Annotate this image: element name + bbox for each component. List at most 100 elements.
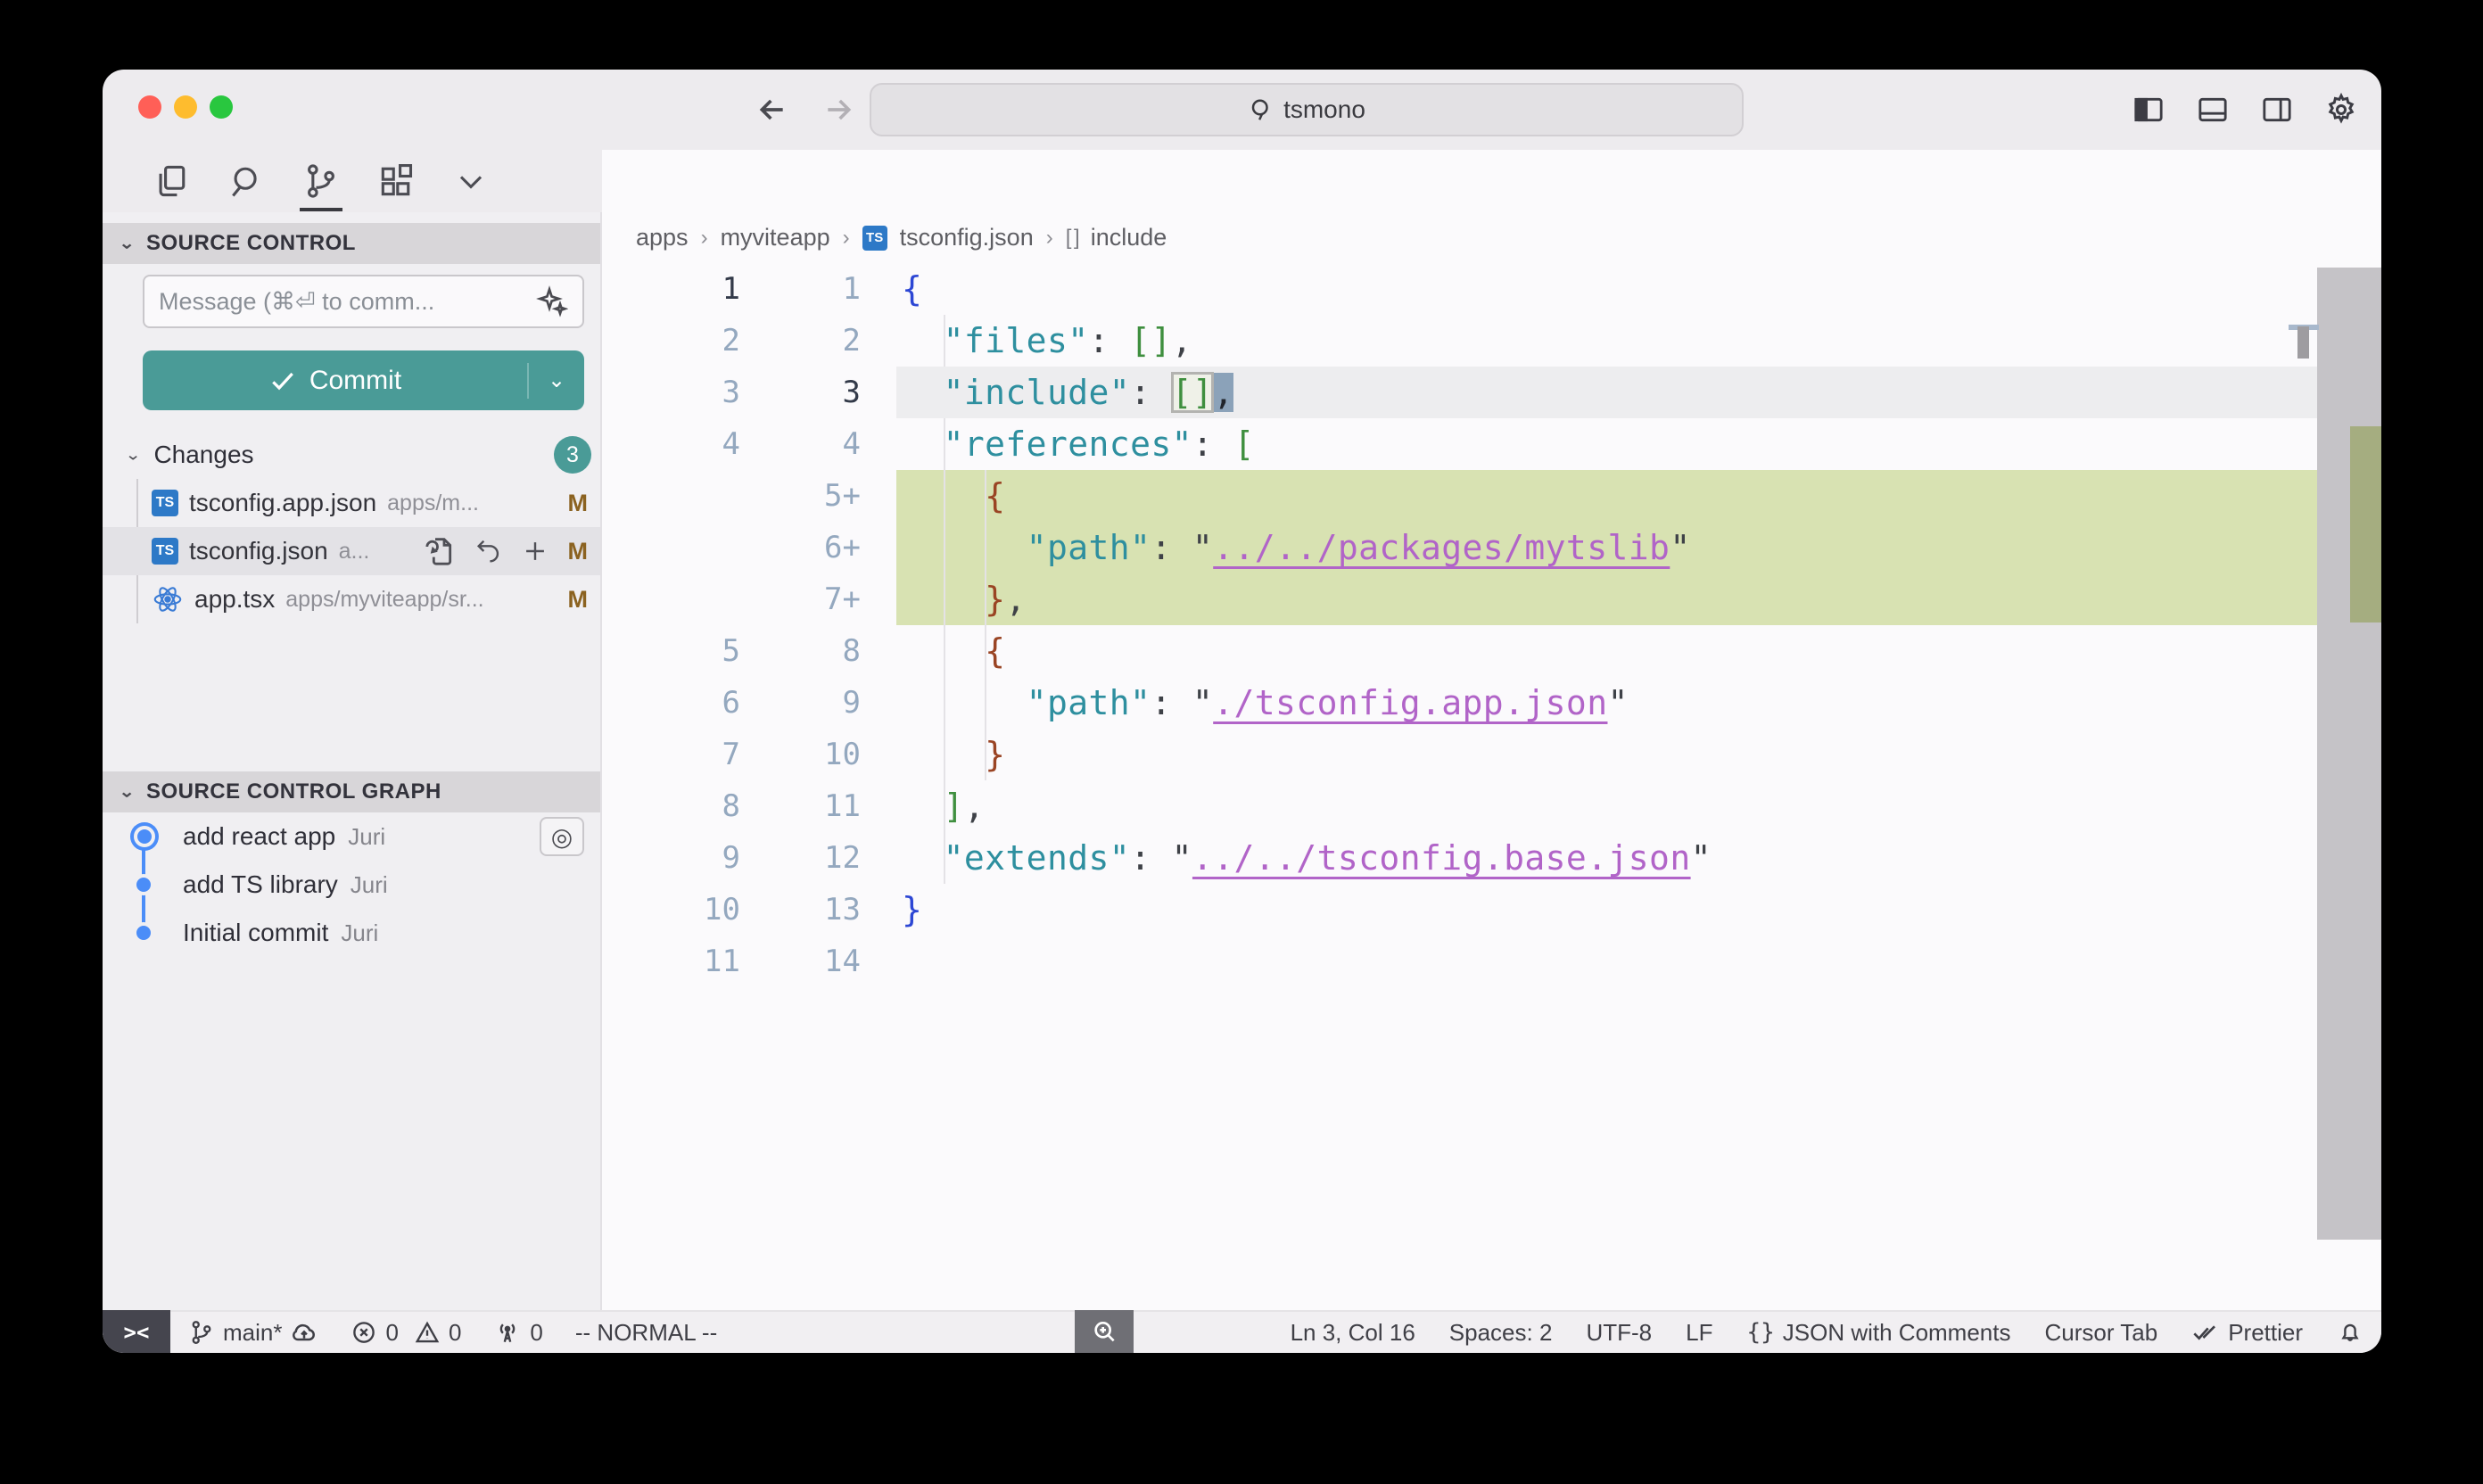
search-value: tsmono (1283, 95, 1365, 124)
line-number-original: 11 (602, 936, 740, 987)
checkout-target-icon[interactable]: ◎ (540, 817, 584, 856)
code-line[interactable]: 69 "path": "./tsconfig.app.json" (602, 677, 2381, 729)
code-line[interactable]: 33 "include": [], (602, 367, 2381, 418)
eol-status[interactable]: LF (1686, 1319, 1712, 1347)
commit-row[interactable]: Initial commitJuri (103, 909, 600, 957)
branch-status[interactable]: main* (188, 1318, 318, 1347)
commit-dropdown-button[interactable]: ⌄ (529, 367, 584, 393)
file-name: tsconfig.json (189, 537, 328, 565)
sparkle-icon[interactable] (536, 285, 568, 317)
code-line[interactable]: 7+ }, (602, 573, 2381, 625)
language-mode-status[interactable]: {} JSON with Comments (1746, 1319, 2010, 1347)
commit-button[interactable]: Commit ⌄ (143, 350, 584, 410)
overview-ruler-added-marker (2350, 426, 2381, 622)
layout-controls (2128, 89, 2362, 130)
vim-mode-text: -- NORMAL -- (575, 1319, 717, 1347)
code-line[interactable]: 6+ "path": "../../packages/mytslib" (602, 522, 2381, 573)
vscode-window: tsmono TS tsconfig.json (Working Tree) M… (103, 70, 2381, 1353)
activity-files-icon[interactable] (152, 161, 191, 201)
search-icon (1248, 96, 1274, 123)
commit-message-input[interactable]: Message (⌘⏎ to comm... (143, 275, 584, 328)
code-text: "path": "./tsconfig.app.json" (902, 677, 1629, 729)
code-line[interactable]: 710 } (602, 729, 2381, 780)
file-path: apps/m... (387, 491, 549, 516)
changed-file-row-tsconfig.json[interactable]: TStsconfig.jsona... M (103, 527, 600, 575)
problems-status[interactable]: 0 0 (351, 1319, 461, 1347)
path-link[interactable]: ./tsconfig.app.json (1213, 683, 1607, 722)
code-text: "files": [], (902, 315, 1192, 367)
git-branch-icon (188, 1319, 215, 1346)
activity-bar (152, 150, 544, 212)
code-line[interactable]: 1114 (602, 936, 2381, 987)
line-number-modified: 7+ (749, 573, 861, 625)
breadcrumb-item-myviteapp[interactable]: myviteapp (721, 224, 830, 251)
commit-row[interactable]: add TS libraryJuri (103, 861, 600, 909)
breadcrumb-item-tsconfig.json[interactable]: tsconfig.json (900, 224, 1034, 251)
code-line[interactable]: 44 "references": [ (602, 418, 2381, 470)
code-editor[interactable]: 11{22 "files": [],33 "include": [],44 "r… (602, 263, 2381, 1310)
command-center-search[interactable]: tsmono (870, 83, 1744, 136)
file-name: tsconfig.app.json (189, 489, 376, 517)
activity-search-icon[interactable] (227, 161, 266, 201)
code-line[interactable]: 58 { (602, 625, 2381, 677)
modified-badge: M (568, 538, 589, 565)
source-control-section-header[interactable]: ⌄ SOURCE CONTROL (103, 223, 600, 264)
cursor-tab-label: Cursor Tab (2045, 1319, 2158, 1347)
breadcrumb-item-include[interactable]: include (1091, 224, 1167, 251)
cursor-tab-status[interactable]: Cursor Tab (2045, 1319, 2158, 1347)
ports-status[interactable]: 0 (493, 1318, 542, 1347)
formatter-status[interactable]: Prettier (2191, 1318, 2303, 1347)
code-line[interactable]: 1013} (602, 884, 2381, 936)
gear-icon[interactable] (2321, 89, 2362, 130)
code-text: } (902, 884, 922, 936)
react-file-icon (152, 583, 184, 615)
braces-icon: {} (1746, 1319, 1774, 1346)
commit-button-label: Commit (309, 366, 401, 396)
activity-source-control-icon[interactable] (301, 161, 341, 201)
eol: LF (1686, 1319, 1712, 1347)
activity-extensions-icon[interactable] (376, 161, 416, 201)
notifications-bell[interactable] (2337, 1319, 2363, 1346)
close-window-button[interactable] (138, 95, 161, 119)
panel-right-icon[interactable] (2256, 89, 2297, 130)
stage-changes-icon[interactable] (520, 536, 550, 566)
commit-row[interactable]: add react appJuri◎ (103, 812, 600, 861)
code-line[interactable]: 5+ { (602, 470, 2381, 522)
panel-left-icon[interactable] (2128, 89, 2169, 130)
editor-group: apps›myviteapp›TStsconfig.json›[ ]includ… (602, 150, 2381, 1310)
open-file-icon[interactable] (422, 533, 458, 569)
activity-chevron-down-icon[interactable] (451, 161, 491, 201)
forward-icon[interactable] (818, 89, 859, 130)
cursor-position-status[interactable]: Ln 3, Col 16 (1291, 1319, 1415, 1347)
indentation-status[interactable]: Spaces: 2 (1449, 1319, 1553, 1347)
code-line[interactable]: 11{ (602, 263, 2381, 315)
changed-file-row-tsconfig.app.json[interactable]: TStsconfig.app.jsonapps/m...M (103, 479, 600, 527)
line-highlight (896, 780, 2317, 832)
zoom-in-icon (1090, 1318, 1118, 1347)
breadcrumb-separator: › (1046, 226, 1053, 251)
code-text: }, (902, 573, 1027, 625)
typescript-file-icon: TS (152, 538, 178, 565)
radio-tower-icon (493, 1318, 522, 1347)
zoom-window-button[interactable] (210, 95, 233, 119)
path-link[interactable]: ../../packages/mytslib (1213, 528, 1670, 567)
code-line[interactable]: 22 "files": [], (602, 315, 2381, 367)
panel-bottom-icon[interactable] (2192, 89, 2233, 130)
screencast-zoom-indicator[interactable] (1075, 1310, 1134, 1353)
code-line[interactable]: 811 ], (602, 780, 2381, 832)
source-control-graph-header[interactable]: ⌄ SOURCE CONTROL GRAPH (103, 771, 600, 812)
minimize-window-button[interactable] (174, 95, 197, 119)
chevron-down-icon: ⌄ (125, 446, 141, 465)
line-highlight (896, 936, 2317, 987)
line-highlight (896, 470, 2317, 522)
changes-section-header[interactable]: ⌄ Changes 3 (103, 431, 600, 479)
back-icon[interactable] (752, 89, 793, 130)
breadcrumb-item-apps[interactable]: apps (636, 224, 689, 251)
remote-indicator[interactable]: >< (103, 1310, 170, 1353)
vim-mode-indicator[interactable]: -- NORMAL -- (575, 1319, 717, 1347)
code-line[interactable]: 912 "extends": "../../tsconfig.base.json… (602, 832, 2381, 884)
discard-changes-icon[interactable] (474, 536, 504, 566)
encoding-status[interactable]: UTF-8 (1586, 1319, 1652, 1347)
changed-file-row-app.tsx[interactable]: app.tsxapps/myviteapp/sr...M (103, 575, 600, 623)
path-link[interactable]: ../../tsconfig.base.json (1192, 838, 1691, 878)
